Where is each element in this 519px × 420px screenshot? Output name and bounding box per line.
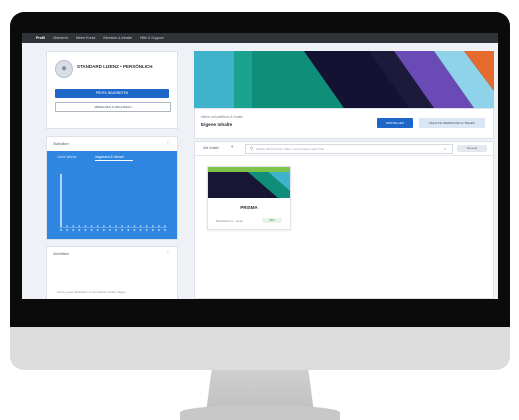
chart-tick <box>84 229 87 231</box>
chart-bar <box>139 225 142 227</box>
chart-tick <box>164 229 166 231</box>
switch-account-button[interactable]: ABMELDEN & WECHSELN <box>55 102 171 112</box>
activity-title: Aktivitäten <box>53 252 70 256</box>
profile-name: STANDARD LIZENZ • PERSÖNLICH <box>77 64 153 69</box>
chart-bar <box>133 225 136 227</box>
status-badge: Aktiv <box>262 218 282 223</box>
chart-bar <box>72 225 75 227</box>
item-thumbnail <box>208 167 290 198</box>
avatar[interactable]: ● <box>55 60 73 78</box>
status-badge-label: Aktiv <box>269 219 275 222</box>
chart-tick <box>157 229 160 231</box>
screen: Profil Übersicht Meine Kurse Bereiche & … <box>22 33 498 299</box>
manage-content-button[interactable]: INHALTE VERWALTEN & TEILEN <box>419 118 485 128</box>
statistics-panel: Letzte Woche Insgesamt & Verlauf <box>47 151 177 239</box>
chevron-right-icon[interactable]: › <box>167 140 169 146</box>
chart-bar <box>90 225 93 227</box>
chart-bar <box>115 225 117 227</box>
top-navigation: Profil Übersicht Meine Kurse Bereiche & … <box>22 33 498 43</box>
monitor-stand-base <box>180 405 340 420</box>
statistics-card: Statistiken › Letzte Woche Insgesamt & V… <box>46 136 178 240</box>
tab-total[interactable]: Insgesamt & Verlauf <box>95 155 124 159</box>
chart-tick <box>121 229 124 231</box>
nav-item-courses[interactable]: Meine Kurse <box>76 36 96 40</box>
chart-tick <box>109 229 111 231</box>
chart-tick <box>72 229 75 231</box>
chart-tick <box>139 229 142 231</box>
title-area: Meine Lernplattform & Inhalte Eigene Inh… <box>194 108 494 139</box>
chart-tick <box>90 229 93 231</box>
chart-bar <box>158 225 160 227</box>
chart-bar <box>151 225 154 227</box>
banner-graphic <box>194 51 494 108</box>
create-button[interactable]: ERSTELLEN <box>377 118 413 128</box>
nav-brand[interactable]: Profil <box>36 36 45 40</box>
page-subtitle: Meine Lernplattform & Inhalte <box>201 115 243 119</box>
chevron-right-icon[interactable]: › <box>167 250 169 256</box>
edit-profile-label: PROFIL BEARBEITEN <box>95 91 129 95</box>
chart-bar <box>121 225 123 227</box>
header-banner <box>194 51 494 108</box>
chevron-down-icon[interactable]: ▾ <box>231 144 233 150</box>
chart-tick <box>145 229 148 231</box>
chart-bar <box>103 225 105 227</box>
content-item-card[interactable]: PRISMA Bearbeitet am · heute Aktiv <box>207 166 291 230</box>
search-icon: ⚲ <box>250 146 254 151</box>
chart-tick <box>96 229 99 231</box>
item-meta: Bearbeitet am · heute <box>216 219 243 223</box>
chart-bar <box>84 225 87 227</box>
chart-tick <box>127 229 130 231</box>
content-toolbar: Alle Inhalte ▾ ⚲ × Neueste <box>195 142 493 156</box>
chart-bar <box>96 225 99 227</box>
monitor-chin <box>10 320 510 370</box>
statistics-title: Statistiken <box>53 142 70 146</box>
switch-account-label: ABMELDEN & WECHSELN <box>94 105 132 109</box>
search-box: ⚲ × <box>245 144 453 154</box>
nav-item-help[interactable]: Hilfe & Support <box>140 36 164 40</box>
chart-bar <box>164 225 166 227</box>
chart-tick <box>151 229 154 231</box>
chart-tick <box>102 229 105 231</box>
thumbnail-graphic <box>208 167 290 198</box>
manage-content-label: INHALTE VERWALTEN & TEILEN <box>429 121 475 125</box>
nav-item-content[interactable]: Bereiche & Inhalte <box>103 36 132 40</box>
tab-last-week[interactable]: Letzte Woche <box>57 155 76 159</box>
page-title: Eigene Inhalte <box>201 122 233 127</box>
sort-dropdown[interactable]: Neueste <box>457 145 487 152</box>
chart-tick <box>66 229 69 231</box>
activity-empty-text: Keine neuen Aktivitäten in den letzten s… <box>57 290 126 294</box>
nav-item-overview[interactable]: Übersicht <box>53 36 68 40</box>
create-button-label: ERSTELLEN <box>386 121 404 125</box>
chart-tick <box>78 229 81 231</box>
user-icon: ● <box>60 63 68 74</box>
statistics-chart <box>59 173 167 231</box>
chart-bar <box>60 173 62 227</box>
edit-profile-button[interactable]: PROFIL BEARBEITEN <box>55 89 169 98</box>
chart-tick <box>133 229 136 231</box>
chart-bar <box>127 225 130 227</box>
chart-tick <box>115 229 117 231</box>
activity-card: Aktivitäten › Keine neuen Aktivitäten in… <box>46 246 178 299</box>
close-icon[interactable]: × <box>444 145 446 153</box>
chart-bar <box>109 225 111 227</box>
chart-bar <box>66 225 68 227</box>
profile-card: ● STANDARD LIZENZ • PERSÖNLICH PROFIL BE… <box>46 51 178 129</box>
content-panel: Alle Inhalte ▾ ⚲ × Neueste PRISMA <box>194 141 494 299</box>
chart-bar <box>78 225 81 227</box>
chart-bar <box>145 225 148 227</box>
sort-label: Neueste <box>466 146 478 150</box>
chart-tick <box>60 229 62 231</box>
item-title: PRISMA <box>240 205 258 210</box>
filter-dropdown[interactable]: Alle Inhalte <box>203 146 219 150</box>
search-input[interactable] <box>256 146 444 152</box>
